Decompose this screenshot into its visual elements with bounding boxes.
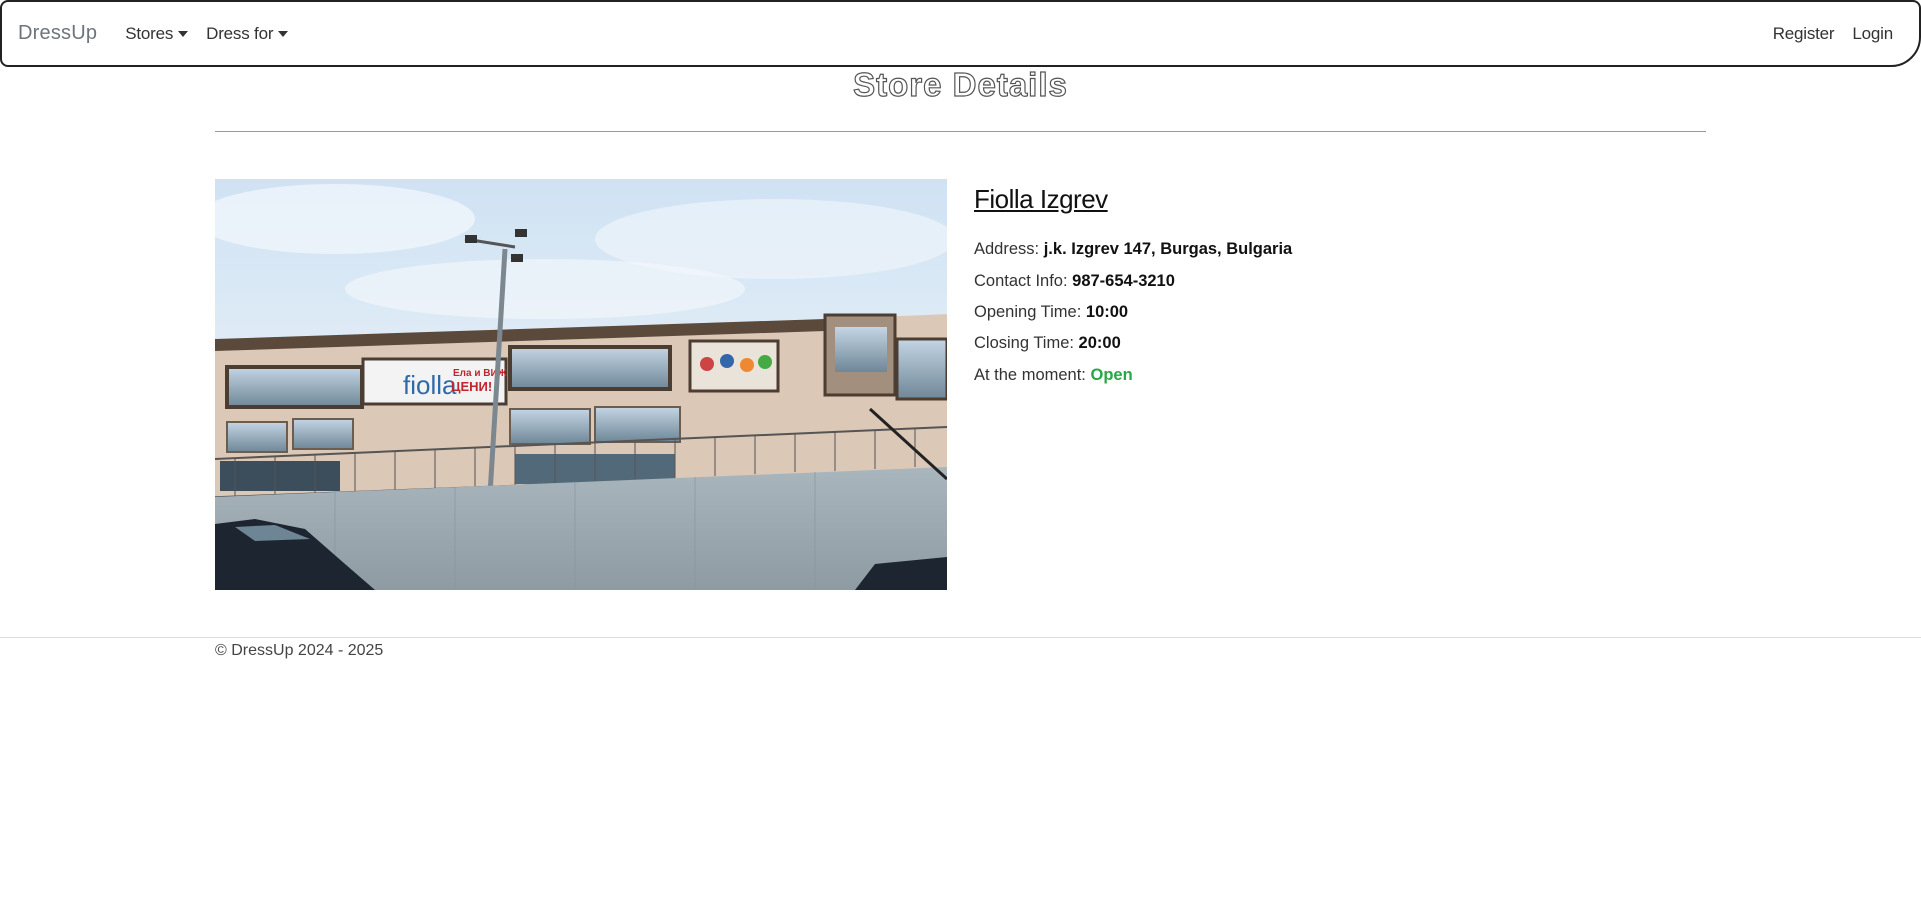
status-badge: Open [1090, 366, 1133, 384]
contact-value: 987-654-3210 [1072, 272, 1175, 290]
page-title: Store Details [853, 65, 1068, 103]
opening-time-row: Opening Time: 10:00 [974, 303, 1128, 322]
banner-logo-text: fiolla [403, 370, 457, 400]
banner-line2-text: ЦЕНИ! [451, 379, 492, 394]
title-divider [215, 131, 1706, 132]
closing-time-value: 20:00 [1078, 334, 1121, 352]
footer-divider [0, 637, 1921, 638]
nav-right: Register Login [1755, 24, 1903, 44]
footer-copyright: © DressUp 2024 - 2025 [215, 642, 384, 659]
closing-time-label: Closing Time: [974, 334, 1074, 352]
register-link[interactable]: Register [1773, 24, 1835, 44]
caret-down-icon [278, 30, 289, 37]
dress-for-label: Dress for [206, 23, 274, 43]
address-label: Address: [974, 240, 1040, 258]
status-row: At the moment: Open [974, 366, 1133, 385]
opening-time-label: Opening Time: [974, 303, 1082, 321]
dress-for-dropdown[interactable]: Dress for [206, 23, 289, 44]
brand-link[interactable]: DressUp [18, 22, 97, 45]
nav-left: Stores Dress for [125, 24, 306, 44]
stores-label: Stores [125, 23, 174, 43]
store-name-link[interactable]: Fiolla Izgrev [974, 184, 1108, 215]
address-row: Address: j.k. Izgrev 147, Burgas, Bulgar… [974, 240, 1292, 259]
stores-dropdown[interactable]: Stores [125, 23, 189, 44]
opening-time-value: 10:00 [1085, 303, 1129, 321]
status-label: At the moment: [974, 366, 1086, 384]
caret-down-icon [178, 30, 189, 37]
contact-label: Contact Info: [974, 272, 1068, 290]
closing-time-row: Closing Time: 20:00 [974, 334, 1121, 353]
store-photo: fiolla Ела и ВИЖ ЦЕНИ! [215, 179, 947, 590]
login-link[interactable]: Login [1852, 24, 1893, 44]
address-value: j.k. Izgrev 147, Burgas, Bulgaria [1043, 240, 1293, 258]
top-navbar: DressUp Stores Dress for Register Login [0, 0, 1921, 67]
contact-row: Contact Info: 987-654-3210 [974, 272, 1175, 291]
